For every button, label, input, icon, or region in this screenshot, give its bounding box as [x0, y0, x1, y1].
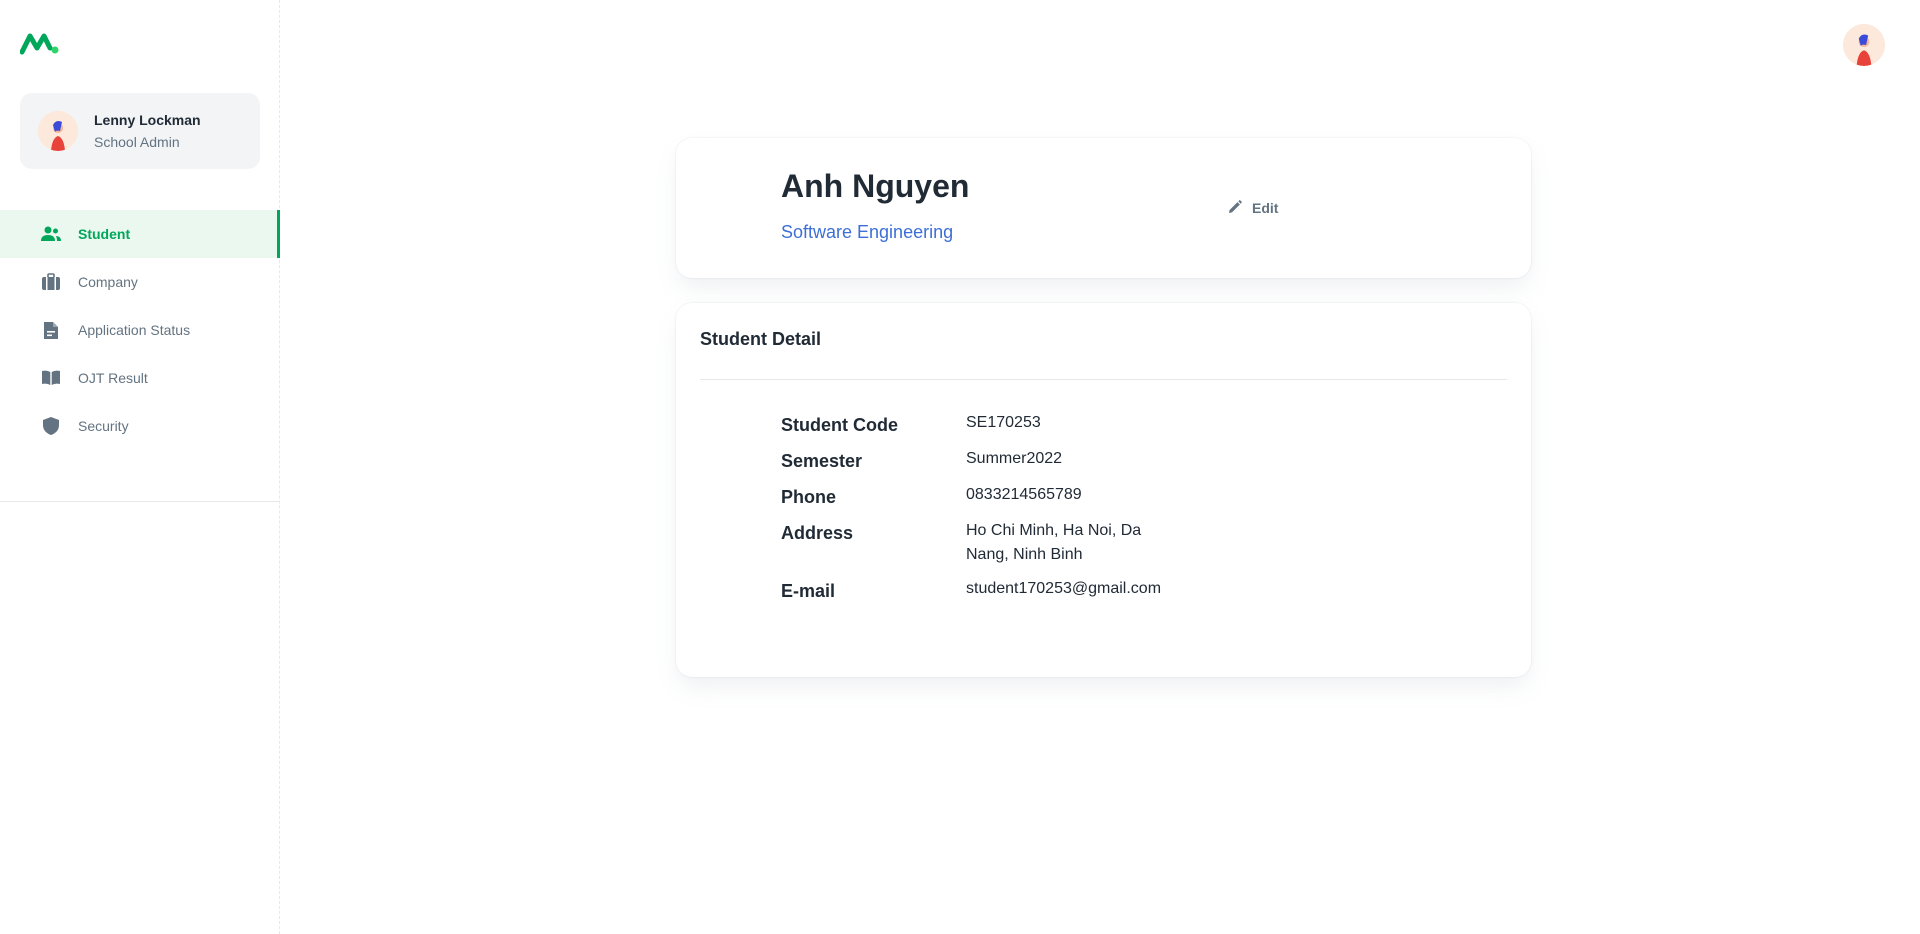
detail-label: Semester	[781, 451, 863, 471]
card-divider	[700, 379, 1507, 380]
sidebar-item-label: OJT Result	[78, 370, 148, 386]
detail-label: E-mail	[781, 581, 836, 601]
shield-icon	[40, 415, 62, 437]
sidebar-divider	[0, 501, 280, 502]
detail-row-address: Address Ho Chi Minh, Ha Noi, Da Nang, Ni…	[781, 521, 1381, 567]
detail-value: Ho Chi Minh, Ha Noi, Da Nang, Ninh Binh	[966, 522, 1142, 563]
app-root: Lenny Lockman School Admin Student Compa…	[0, 0, 1920, 934]
student-major: Software Engineering	[781, 222, 954, 242]
sidebar-item-student[interactable]: Student	[0, 210, 280, 258]
detail-row-email: E-mail student170253@gmail.com	[781, 579, 1381, 603]
header-avatar[interactable]	[1843, 24, 1885, 66]
sidebar-item-security[interactable]: Security	[0, 402, 280, 450]
detail-row-student-code: Student Code SE170253	[781, 413, 1381, 437]
detail-label: Student Code	[781, 415, 898, 435]
document-icon	[40, 319, 62, 341]
sidebar-item-label: Security	[78, 418, 129, 434]
detail-label: Address	[781, 523, 854, 543]
sidebar-item-label: Company	[78, 274, 138, 290]
detail-value: Summer2022	[966, 450, 1063, 467]
account-name: Lenny Lockman	[94, 112, 201, 128]
sidebar-item-ojt-result[interactable]: OJT Result	[0, 354, 280, 402]
sidebar-item-company[interactable]: Company	[0, 258, 280, 306]
edit-button-label: Edit	[1252, 200, 1279, 216]
briefcase-icon	[40, 271, 62, 293]
student-name: Anh Nguyen	[781, 168, 970, 204]
edit-button[interactable]: Edit	[1228, 196, 1278, 220]
detail-list: Student Code SE170253 Semester Summer202…	[781, 413, 1381, 615]
account-card[interactable]: Lenny Lockman School Admin	[20, 93, 260, 169]
pencil-icon	[1228, 199, 1242, 217]
book-icon	[40, 367, 62, 389]
detail-value: 0833214565789	[966, 486, 1082, 503]
sidebar: Lenny Lockman School Admin Student Compa…	[0, 0, 280, 934]
student-detail-card: Student Detail Student Code SE170253 Sem…	[676, 303, 1531, 677]
detail-label: Phone	[781, 487, 837, 507]
detail-value: student170253@gmail.com	[966, 580, 1162, 597]
sidebar-item-label: Student	[78, 226, 131, 242]
detail-row-phone: Phone 0833214565789	[781, 485, 1381, 509]
detail-row-semester: Semester Summer2022	[781, 449, 1381, 473]
sidebar-item-application-status[interactable]: Application Status	[0, 306, 280, 354]
users-icon	[40, 223, 62, 245]
card-title: Student Detail	[700, 329, 822, 349]
detail-value: SE170253	[966, 414, 1041, 431]
profile-card: Anh Nguyen Software Engineering Edit	[676, 138, 1531, 278]
logo-icon[interactable]	[19, 30, 60, 56]
account-role: School Admin	[94, 134, 180, 150]
sidebar-nav: Student Company Application Status OJT R…	[0, 210, 280, 450]
sidebar-item-label: Application Status	[78, 322, 191, 338]
avatar	[38, 111, 78, 151]
